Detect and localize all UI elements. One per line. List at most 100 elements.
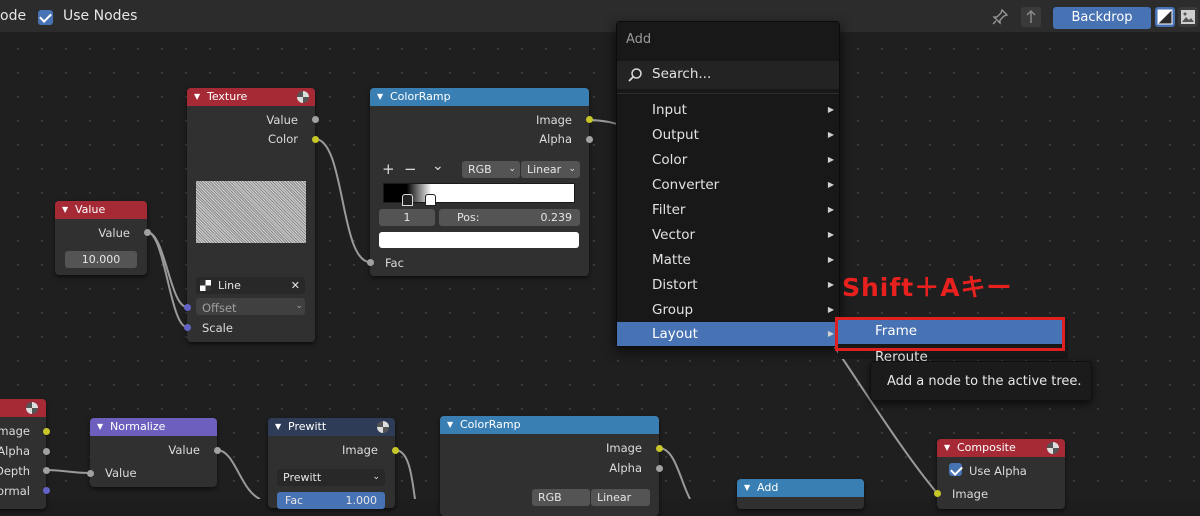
value-number-field[interactable]: 10.000 (65, 251, 137, 268)
menu-item-label: Converter (652, 177, 720, 193)
prewitt-out-image-label: Image (341, 443, 378, 457)
remove-stop-button[interactable]: − (404, 160, 417, 178)
colorramp-out-image-socket[interactable] (586, 116, 593, 123)
stop-position-field[interactable]: Pos: 0.239 (439, 209, 580, 226)
add-node[interactable]: ▼ Add (737, 479, 864, 509)
render-layers-node[interactable]: mage Alpha Depth ormal (0, 399, 46, 509)
menu-item-layout[interactable]: Layout ▶ (617, 322, 839, 346)
preview-sphere-icon[interactable] (1047, 442, 1059, 454)
colorramp2-node-header[interactable]: ▼ ColorRamp (440, 416, 659, 434)
menu-item-distort[interactable]: Distort ▶ (617, 273, 839, 297)
preview-sphere-icon[interactable] (26, 402, 38, 414)
texture-node-header[interactable]: ▼ Texture (187, 88, 315, 106)
stop-color-swatch[interactable] (379, 232, 579, 248)
menu-item-label: Filter (652, 202, 686, 218)
filter-type-dropdown[interactable]: Prewitt ⌄ (277, 469, 385, 486)
ramp-options-button[interactable]: ⌄ (432, 158, 444, 174)
collapse-triangle-icon[interactable]: ▼ (275, 418, 281, 436)
texture-out-color-socket[interactable] (312, 136, 319, 143)
texture-in-scale-socket[interactable] (184, 324, 191, 331)
menu-item-output[interactable]: Output ▶ (617, 123, 839, 147)
colorramp-node-header[interactable]: ▼ ColorRamp (370, 88, 589, 106)
checker-texture-icon (200, 280, 211, 291)
prewitt-node-header[interactable]: ▼ Prewitt (268, 418, 395, 436)
add-node-title: Add (757, 481, 779, 494)
prewitt-node[interactable]: ▼ Prewitt Image Prewitt ⌄ Fac 1.000 (268, 418, 395, 509)
menu-search[interactable]: Search... (617, 61, 839, 89)
color-mode-dropdown-2[interactable]: RGB (532, 489, 590, 506)
ramp-stop-marker[interactable] (402, 194, 413, 206)
value-node-header[interactable]: ▼ Value (55, 201, 147, 219)
menu-item-color[interactable]: Color ▶ (617, 148, 839, 172)
add-menu: Add Search... Input ▶ Output ▶ Color ▶ Conv… (616, 21, 840, 347)
normalize-in-socket[interactable] (87, 470, 94, 477)
composite-in-image-socket[interactable] (934, 490, 941, 497)
menu-item-filter[interactable]: Filter ▶ (617, 198, 839, 222)
menu-item-label: Layout (652, 326, 698, 342)
colorramp-node[interactable]: ▼ ColorRamp Image Alpha + − ⌄ RGB ⌄ Line… (370, 88, 589, 276)
colorramp-node-2[interactable]: ▼ ColorRamp Image Alpha RGB Linear (440, 416, 659, 516)
colorramp2-out-image-socket[interactable] (656, 445, 663, 452)
stop-index-field[interactable]: 1 (379, 209, 435, 226)
normalize-out-socket[interactable] (214, 447, 221, 454)
render-out-depth-socket[interactable] (43, 467, 50, 474)
menu-item-group[interactable]: Group ▶ (617, 298, 839, 322)
colorramp-out-alpha-socket[interactable] (586, 136, 593, 143)
interpolation-dropdown-2[interactable]: Linear (591, 489, 650, 506)
render-out-normal-label: ormal (0, 484, 30, 498)
collapse-triangle-icon[interactable]: ▼ (194, 88, 200, 106)
interpolation-value: Linear (527, 163, 562, 176)
composite-node-header[interactable]: ▼ Composite (937, 439, 1065, 457)
chevron-down-icon: ⌄ (508, 164, 516, 174)
render-out-image-label: mage (0, 424, 30, 438)
collapse-triangle-icon[interactable]: ▼ (62, 201, 68, 219)
collapse-triangle-icon[interactable]: ▼ (97, 418, 103, 436)
ramp-stop-marker-active[interactable] (425, 194, 436, 206)
render-layers-node-header[interactable] (0, 399, 46, 417)
add-stop-button[interactable]: + (382, 160, 395, 178)
close-icon[interactable]: ✕ (291, 277, 300, 294)
submenu-arrow-icon: ▶ (827, 130, 834, 139)
texture-out-value-label: Value (266, 113, 298, 127)
chevron-down-icon: ⌄ (372, 472, 380, 482)
normalize-in-value-label: Value (105, 466, 137, 480)
chevron-down-icon: ⌄ (568, 164, 576, 174)
prewitt-out-socket[interactable] (392, 447, 399, 454)
use-alpha-checkbox[interactable] (949, 463, 962, 476)
colorramp-in-fac-socket[interactable] (367, 259, 374, 266)
value-node[interactable]: ▼ Value Value 10.000 (55, 201, 147, 275)
texture-in-offset-socket[interactable] (184, 304, 191, 311)
collapse-triangle-icon[interactable]: ▼ (944, 439, 950, 457)
fac-label: Fac (285, 494, 304, 507)
color-mode-value-2: RGB (538, 491, 562, 504)
texture-selector[interactable]: Line ✕ (196, 277, 305, 294)
texture-preview (196, 181, 306, 243)
render-out-alpha-socket[interactable] (43, 448, 50, 455)
value-out-socket[interactable] (144, 229, 151, 236)
interpolation-dropdown[interactable]: Linear ⌄ (521, 161, 580, 178)
normalize-node[interactable]: ▼ Normalize Value Value (90, 418, 217, 487)
interpolation-value-2: Linear (597, 491, 632, 504)
submenu-arrow-icon: ▶ (827, 205, 834, 214)
color-mode-dropdown[interactable]: RGB ⌄ (462, 161, 520, 178)
add-node-header[interactable]: ▼ Add (737, 479, 864, 497)
normalize-out-value-label: Value (168, 443, 200, 457)
render-out-normal-socket[interactable] (43, 487, 50, 494)
collapse-triangle-icon[interactable]: ▼ (377, 88, 383, 106)
colorramp2-out-alpha-socket[interactable] (656, 465, 663, 472)
menu-item-input[interactable]: Input ▶ (617, 98, 839, 122)
menu-item-vector[interactable]: Vector ▶ (617, 223, 839, 247)
preview-sphere-icon[interactable] (377, 421, 389, 433)
render-out-image-socket[interactable] (43, 428, 50, 435)
menu-item-matte[interactable]: Matte ▶ (617, 248, 839, 272)
menu-item-converter[interactable]: Converter ▶ (617, 173, 839, 197)
preview-sphere-icon[interactable] (297, 91, 309, 103)
offset-dropdown[interactable] (196, 298, 305, 315)
texture-out-value-socket[interactable] (312, 116, 319, 123)
submenu-arrow-icon: ▶ (827, 329, 834, 338)
fac-slider[interactable]: Fac 1.000 (277, 492, 385, 509)
collapse-triangle-icon[interactable]: ▼ (744, 479, 750, 497)
collapse-triangle-icon[interactable]: ▼ (447, 416, 453, 434)
texture-node[interactable]: ▼ Texture Value Color Line ✕ Offset ⌄ Sc… (187, 88, 315, 342)
normalize-node-header[interactable]: ▼ Normalize (90, 418, 217, 436)
